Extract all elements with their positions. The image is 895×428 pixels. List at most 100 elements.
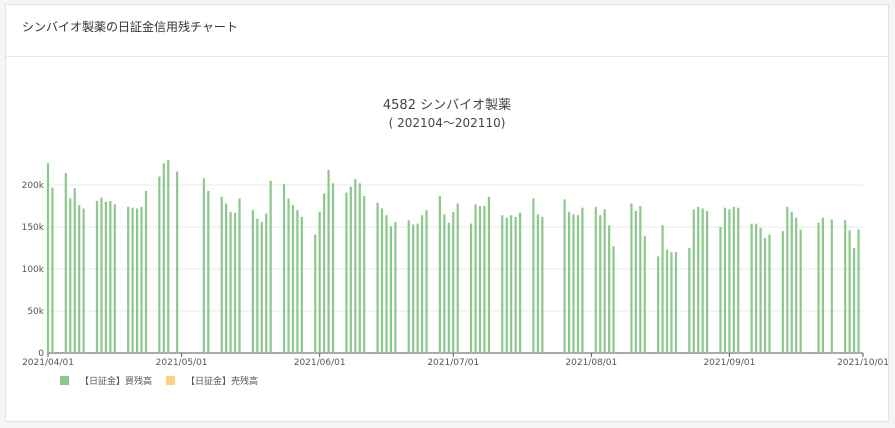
legend-label-sell[interactable]: 【日証金】売残高 — [186, 375, 258, 387]
bar-buy[interactable] — [661, 225, 664, 353]
bar-buy[interactable] — [501, 215, 504, 353]
bar-buy[interactable] — [100, 197, 103, 353]
bar-buy[interactable] — [69, 198, 72, 353]
bar-buy[interactable] — [532, 198, 535, 353]
bar-buy[interactable] — [518, 212, 522, 353]
bar-buy[interactable] — [478, 206, 482, 353]
bar-buy[interactable] — [345, 192, 348, 353]
bar-buy[interactable] — [380, 208, 384, 353]
bar-buy[interactable] — [510, 215, 513, 353]
bar-buy[interactable] — [158, 176, 161, 353]
bar-buy[interactable] — [447, 222, 450, 353]
bar-buy[interactable] — [487, 196, 491, 353]
bar-buy[interactable] — [323, 193, 326, 353]
bar-buy[interactable] — [821, 217, 825, 353]
bar-buy[interactable] — [817, 222, 820, 353]
bar-buy[interactable] — [781, 231, 784, 353]
bar-buy[interactable] — [233, 212, 237, 353]
legend-label-buy[interactable]: 【日証金】買残高 — [80, 375, 152, 387]
bar-buy[interactable] — [314, 234, 317, 353]
bar-buy[interactable] — [287, 198, 290, 353]
bar-buy[interactable] — [416, 223, 419, 353]
bar-buy[interactable] — [674, 252, 678, 353]
bar-buy[interactable] — [109, 200, 112, 353]
bar-buy[interactable] — [688, 248, 691, 353]
bar-buy[interactable] — [483, 206, 486, 353]
bar-buy[interactable] — [697, 206, 700, 353]
bar-buy[interactable] — [225, 203, 228, 353]
bar-buy[interactable] — [670, 252, 673, 353]
bar-buy[interactable] — [95, 200, 99, 353]
bar-buy[interactable] — [572, 214, 575, 353]
bar-buy[interactable] — [563, 199, 566, 353]
bar-buy[interactable] — [407, 220, 410, 353]
bar-buy[interactable] — [358, 183, 361, 353]
bar-buy[interactable] — [376, 202, 379, 353]
bar-buy[interactable] — [46, 163, 50, 353]
bar-buy[interactable] — [73, 188, 76, 353]
bar-buy[interactable] — [349, 186, 352, 353]
legend-swatch-buy[interactable] — [60, 376, 69, 385]
bar-buy[interactable] — [514, 216, 517, 353]
bar-buy[interactable] — [594, 206, 597, 353]
bar-buy[interactable] — [639, 206, 642, 353]
bar-buy[interactable] — [144, 190, 148, 353]
bar-buy[interactable] — [763, 237, 767, 353]
bar-buy[interactable] — [567, 211, 571, 353]
bar-buy[interactable] — [799, 229, 802, 353]
bar-buy[interactable] — [719, 227, 722, 353]
bar-buy[interactable] — [291, 205, 295, 353]
bar-buy[interactable] — [608, 225, 611, 353]
bar-buy[interactable] — [438, 195, 442, 353]
bar-buy[interactable] — [706, 211, 709, 353]
bar-buy[interactable] — [852, 248, 856, 353]
bar-buy[interactable] — [127, 206, 130, 353]
bar-buy[interactable] — [296, 210, 299, 353]
bar-buy[interactable] — [755, 223, 758, 353]
bar-buy[interactable] — [750, 223, 753, 353]
bar-buy[interactable] — [327, 169, 330, 353]
bar-buy[interactable] — [420, 215, 424, 353]
bar-buy[interactable] — [723, 207, 727, 353]
bar-buy[interactable] — [167, 159, 170, 353]
bar-buy[interactable] — [768, 234, 771, 353]
bar-buy[interactable] — [202, 178, 205, 353]
bar-buy[interactable] — [176, 171, 179, 353]
bar-buy[interactable] — [135, 208, 139, 353]
bar-buy[interactable] — [389, 226, 393, 353]
bar-buy[interactable] — [456, 203, 459, 353]
bar-buy[interactable] — [732, 206, 735, 353]
bar-buy[interactable] — [599, 215, 602, 353]
bar-buy[interactable] — [469, 223, 473, 353]
bar-buy[interactable] — [412, 224, 415, 353]
legend-swatch-sell[interactable] — [166, 376, 175, 385]
bar-buy[interactable] — [848, 230, 851, 353]
bar-buy[interactable] — [541, 216, 544, 353]
bar-buy[interactable] — [425, 210, 428, 353]
bar-buy[interactable] — [251, 210, 254, 353]
bar-buy[interactable] — [385, 215, 388, 353]
bar-buy[interactable] — [505, 217, 508, 353]
bar-buy[interactable] — [581, 207, 584, 353]
bar-buy[interactable] — [737, 207, 740, 353]
bar-buy[interactable] — [269, 180, 272, 353]
bar-buy[interactable] — [786, 206, 789, 353]
bar-buy[interactable] — [82, 208, 85, 353]
bar-buy[interactable] — [140, 206, 143, 353]
bar-buy[interactable] — [576, 215, 580, 353]
bar-buy[interactable] — [104, 201, 107, 353]
bar-buy[interactable] — [701, 208, 704, 353]
bar-buy[interactable] — [238, 198, 241, 353]
bar-buy[interactable] — [857, 229, 860, 353]
bar-buy[interactable] — [728, 209, 731, 353]
bar-buy[interactable] — [363, 195, 366, 353]
bar-buy[interactable] — [260, 221, 263, 353]
bar-buy[interactable] — [265, 213, 268, 353]
bar-buy[interactable] — [665, 249, 669, 353]
bar-buy[interactable] — [113, 204, 116, 353]
bar-buy[interactable] — [692, 209, 695, 353]
bar-buy[interactable] — [443, 214, 446, 353]
bar-buy[interactable] — [759, 227, 762, 353]
bar-buy[interactable] — [795, 217, 798, 353]
bar-buy[interactable] — [630, 203, 633, 353]
